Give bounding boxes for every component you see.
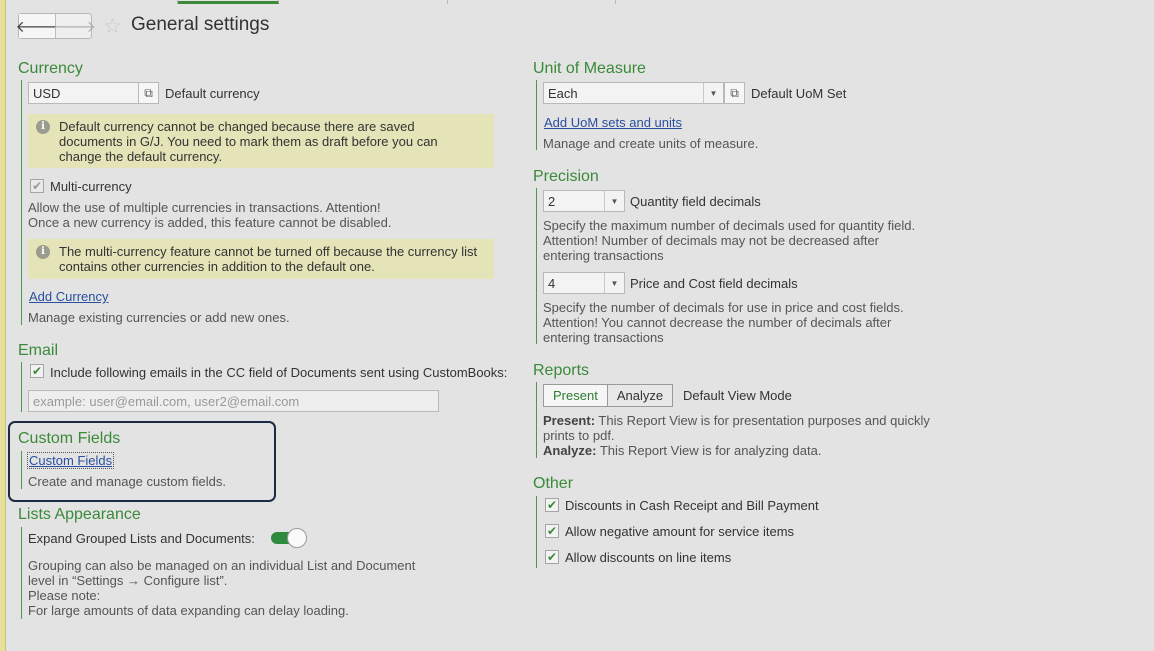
section-divider — [21, 80, 22, 325]
dropdown-arrow-icon: ▼ — [604, 273, 624, 293]
arrow-left-icon: 🡐 — [15, 18, 59, 36]
discounts-cash-receipt-label: Discounts in Cash Receipt and Bill Payme… — [565, 498, 819, 513]
reports-desc: Present: This Report View is for present… — [543, 413, 930, 458]
line-item-discounts-checkbox[interactable]: ✔ — [545, 550, 559, 564]
info-icon: i — [36, 245, 50, 259]
manage-currencies-desc: Manage existing currencies or add new on… — [28, 310, 290, 325]
tab[interactable] — [279, 0, 448, 4]
cc-emails-label: Include following emails in the CC field… — [50, 365, 508, 380]
toggle-knob — [287, 528, 307, 548]
cc-emails-checkbox[interactable]: ✔ — [30, 364, 44, 378]
currency-locked-note: i Default currency cannot be changed bec… — [28, 114, 494, 168]
dropdown-arrow-icon: ▼ — [604, 191, 624, 211]
default-uom-label: Default UoM Set — [751, 86, 847, 101]
cc-emails-input[interactable]: example: user@email.com, user2@email.com — [28, 390, 439, 412]
tab-active[interactable] — [178, 0, 279, 4]
checkmark-icon: ✔ — [31, 179, 43, 193]
open-currency-button[interactable]: ⧉ — [138, 82, 159, 104]
add-uom-link[interactable]: Add UoM sets and units — [544, 115, 682, 130]
section-divider — [21, 527, 22, 619]
price-decimals-label: Price and Cost field decimals — [630, 276, 798, 291]
reports-section-title: Reports — [533, 362, 590, 379]
custom-fields-desc: Create and manage custom fields. — [28, 474, 226, 489]
negative-service-amount-label: Allow negative amount for service items — [565, 524, 795, 539]
price-decimals-desc: Specify the number of decimals for use i… — [543, 300, 904, 345]
expand-grouped-toggle[interactable] — [271, 528, 307, 548]
section-divider — [536, 382, 537, 458]
currency-section-title: Currency — [18, 60, 83, 77]
report-view-mode-toggle: Present Analyze — [543, 384, 674, 407]
checkmark-icon: ✔ — [546, 524, 558, 538]
line-item-discounts-label: Allow discounts on line items — [565, 550, 732, 565]
multi-currency-checkbox[interactable]: ✔ — [30, 179, 44, 193]
history-nav: 🡐 🡒 — [15, 13, 96, 39]
page-title: General settings — [131, 14, 270, 35]
expand-grouped-label: Expand Grouped Lists and Documents: — [28, 531, 255, 546]
quantity-decimals-desc: Specify the maximum number of decimals u… — [543, 218, 916, 263]
section-divider — [536, 80, 537, 150]
favorite-star-icon[interactable]: ☆ — [103, 14, 122, 39]
add-currency-link[interactable]: Add Currency — [29, 289, 108, 304]
default-currency-label: Default currency — [165, 86, 260, 101]
analyze-mode-button[interactable]: Analyze — [607, 385, 673, 406]
quantity-decimals-select[interactable]: 2 ▼ — [543, 190, 625, 212]
checkmark-icon: ✔ — [546, 550, 558, 564]
back-button[interactable]: 🡐 — [15, 14, 59, 38]
forward-button[interactable]: 🡒 — [53, 14, 96, 38]
default-uom-select[interactable]: Each ▼ — [543, 82, 724, 104]
section-divider — [536, 496, 537, 568]
email-section-title: Email — [18, 342, 59, 359]
other-section-title: Other — [533, 475, 574, 492]
open-external-icon: ⧉ — [730, 85, 739, 100]
negative-service-amount-checkbox[interactable]: ✔ — [545, 524, 559, 538]
lists-appearance-section-title: Lists Appearance — [18, 506, 141, 523]
precision-section-title: Precision — [533, 168, 599, 185]
price-decimals-select[interactable]: 4 ▼ — [543, 272, 625, 294]
lists-appearance-desc: Grouping can also be managed on an indiv… — [28, 558, 416, 618]
open-uom-button[interactable]: ⧉ — [724, 82, 745, 104]
open-external-icon: ⧉ — [144, 85, 153, 100]
multi-currency-label: Multi-currency — [50, 179, 132, 194]
default-currency-field[interactable]: USD — [28, 82, 139, 104]
info-icon: i — [36, 120, 50, 134]
tab[interactable] — [0, 0, 178, 4]
checkmark-icon: ✔ — [546, 498, 558, 512]
arrow-right-icon: 🡒 — [53, 18, 96, 36]
quantity-decimals-label: Quantity field decimals — [630, 194, 761, 209]
custom-fields-section-title: Custom Fields — [18, 430, 121, 447]
present-mode-button[interactable]: Present — [544, 385, 608, 406]
tab-strip — [0, 0, 1154, 4]
checkmark-icon: ✔ — [31, 364, 43, 378]
section-divider — [21, 362, 22, 412]
multi-currency-note: i The multi-currency feature cannot be t… — [28, 239, 494, 279]
tab[interactable] — [448, 0, 616, 4]
dropdown-arrow-icon: ▼ — [703, 83, 723, 103]
section-divider — [21, 451, 22, 489]
uom-desc: Manage and create units of measure. — [543, 136, 759, 151]
custom-fields-link[interactable]: Custom Fields — [27, 452, 115, 469]
uom-section-title: Unit of Measure — [533, 60, 646, 77]
discounts-cash-receipt-checkbox[interactable]: ✔ — [545, 498, 559, 512]
default-view-mode-label: Default View Mode — [683, 388, 792, 403]
section-divider — [536, 188, 537, 344]
left-panel-strip — [0, 0, 6, 651]
multi-currency-desc: Allow the use of multiple currencies in … — [28, 200, 392, 230]
